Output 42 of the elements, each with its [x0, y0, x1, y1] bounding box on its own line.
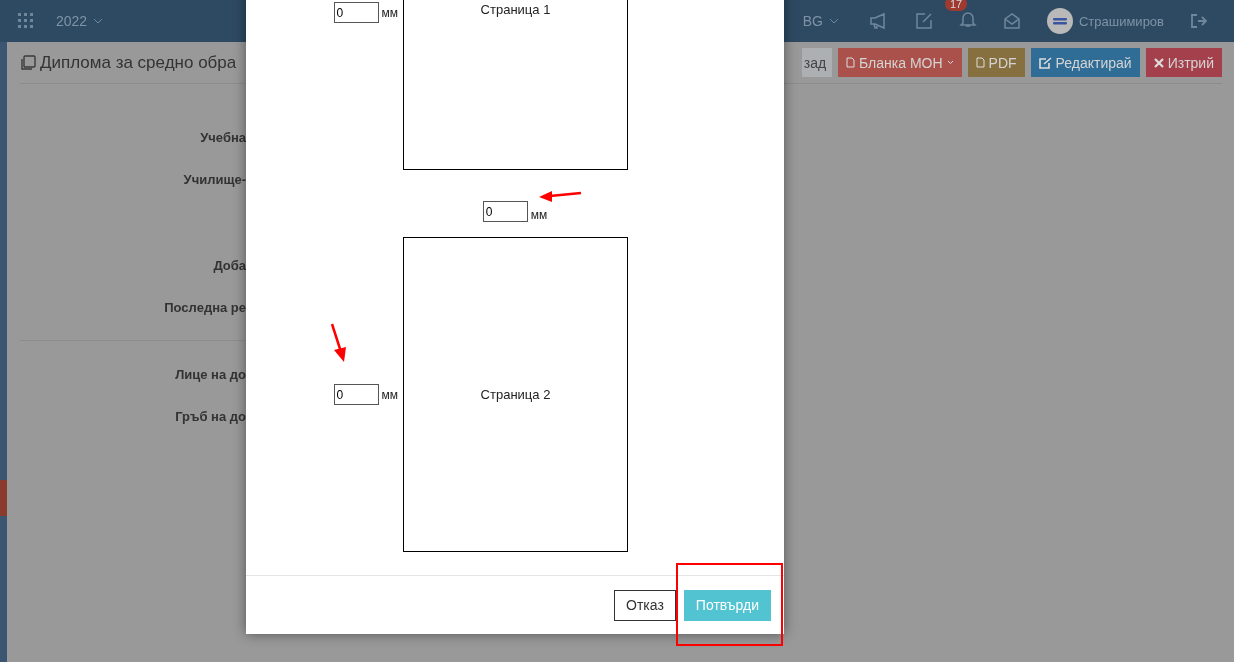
- avatar-icon[interactable]: [1046, 8, 1073, 34]
- action-button[interactable]: зад: [801, 48, 833, 77]
- logout-icon[interactable]: [1190, 13, 1208, 29]
- file-icon: [975, 57, 985, 68]
- field-label: Гръб на до: [175, 408, 246, 424]
- field-label: Последна ре: [164, 299, 246, 315]
- page-preview: Страница 2: [403, 237, 628, 552]
- chevron-icon: [946, 60, 954, 65]
- page-preview: Страница 1: [403, 0, 628, 170]
- annotation-arrow: [538, 190, 582, 202]
- gap-input[interactable]: 0: [482, 201, 528, 222]
- edit-icon[interactable]: [914, 12, 933, 30]
- edit-icon: [1038, 56, 1052, 69]
- offset-input[interactable]: 0: [333, 2, 379, 23]
- dialog-button[interactable]: Потвърди: [683, 589, 771, 621]
- close-icon: [1153, 57, 1164, 68]
- action-button[interactable]: PDF: [967, 48, 1025, 77]
- user-name[interactable]: Страшимиров: [1078, 13, 1164, 29]
- dialog-button[interactable]: Отказ: [614, 589, 676, 621]
- year-dropdown[interactable]: 2022: [56, 13, 104, 29]
- bell-icon[interactable]: [958, 10, 977, 28]
- action-button[interactable]: Бланка МОН: [838, 48, 962, 77]
- language-dropdown[interactable]: BG: [802, 13, 839, 29]
- envelope-icon[interactable]: [1002, 12, 1021, 30]
- field-label: Доба: [213, 257, 246, 273]
- copy-icon: [20, 54, 36, 71]
- field-label: Лице на до: [175, 366, 246, 382]
- unit-label: мм: [381, 5, 398, 20]
- field-label: Учебна: [200, 129, 246, 145]
- chevron-icon: [828, 18, 839, 24]
- action-button[interactable]: Редактирай: [1030, 48, 1140, 77]
- page-title: Диплома за средно обра: [40, 52, 237, 73]
- field-label: Училище-: [183, 171, 246, 187]
- unit-label: мм: [381, 387, 398, 402]
- apps-grid-icon[interactable]: [18, 13, 34, 29]
- notification-badge: 17: [944, 0, 968, 11]
- file-icon: [846, 57, 856, 68]
- offset-input[interactable]: 0: [333, 384, 379, 405]
- annotation-arrow: [329, 323, 349, 363]
- unit-label: мм: [530, 208, 548, 222]
- chevron-icon: [93, 18, 104, 24]
- action-button[interactable]: Изтрий: [1145, 48, 1222, 77]
